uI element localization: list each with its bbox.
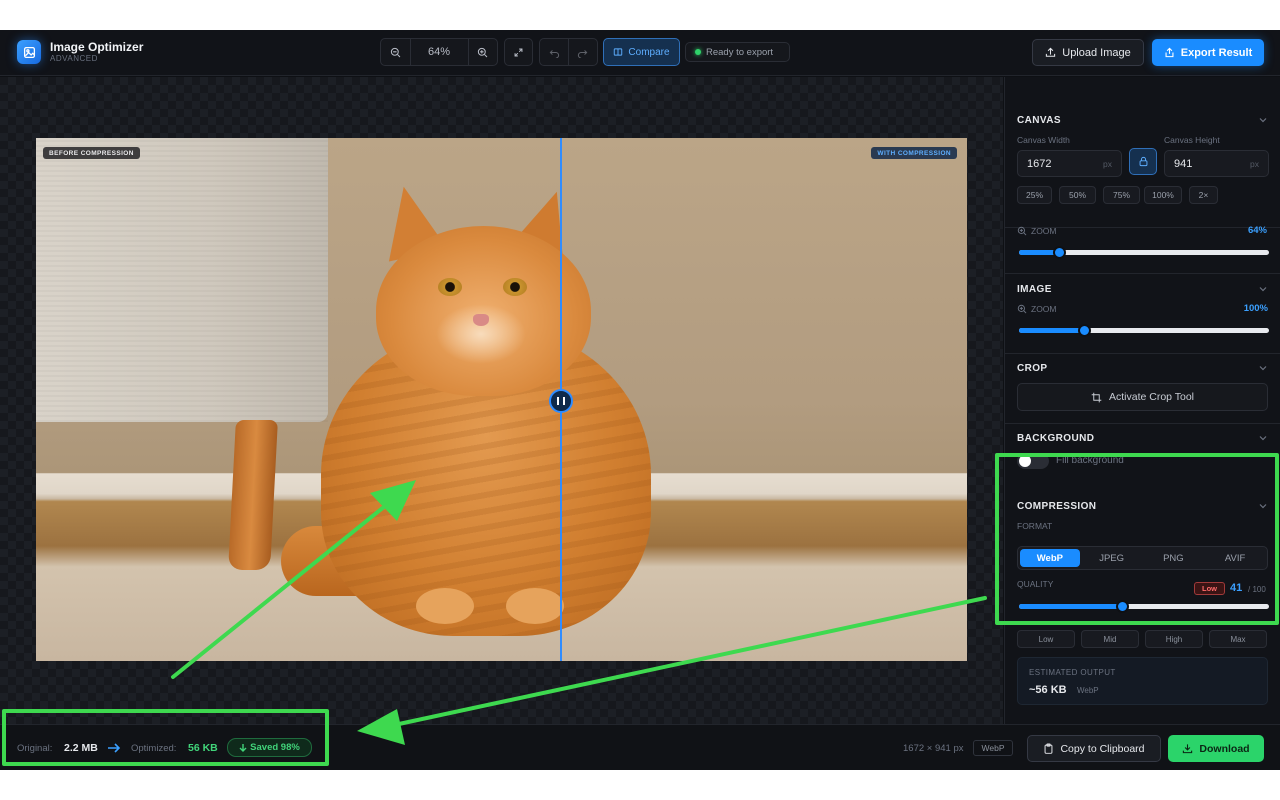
compare-handle[interactable] bbox=[549, 389, 573, 413]
estimated-output-format: WebP bbox=[1077, 686, 1099, 695]
status-dot-icon bbox=[695, 49, 701, 55]
canvas-width-input[interactable]: 1672 px bbox=[1017, 150, 1122, 177]
with-compression-tag: WITH COMPRESSION bbox=[871, 147, 957, 159]
estimated-output-title: ESTIMATED OUTPUT bbox=[1029, 668, 1116, 677]
image-icon bbox=[17, 40, 41, 64]
canvas-height-value: 941 bbox=[1174, 157, 1193, 170]
zoom-in-icon bbox=[478, 47, 488, 57]
aspect-lock-button[interactable] bbox=[1129, 148, 1157, 175]
chevron-down-icon[interactable] bbox=[1259, 434, 1267, 442]
settings-panel: CANVAS Canvas Width Canvas Height 1672 p… bbox=[1004, 77, 1280, 724]
app-subtitle: ADVANCED bbox=[50, 54, 98, 63]
canvas-height-input[interactable]: 941 px bbox=[1164, 150, 1269, 177]
canvas-zoom-block bbox=[1005, 228, 1280, 274]
image-zoom-slider[interactable] bbox=[1019, 324, 1269, 337]
copy-label: Copy to Clipboard bbox=[1060, 742, 1145, 755]
download-icon bbox=[1183, 744, 1193, 754]
canvas-width-unit: px bbox=[1103, 158, 1112, 169]
crop-section: CROP Activate Crop Tool bbox=[1005, 354, 1280, 424]
undo-button[interactable] bbox=[540, 39, 568, 65]
image-zoom-label: ZOOM bbox=[1017, 304, 1057, 314]
canvas-preset-100[interactable]: 100% bbox=[1144, 186, 1182, 204]
preview-image: BEFORE COMPRESSION WITH COMPRESSION bbox=[36, 138, 967, 661]
zoom-out-button[interactable] bbox=[381, 39, 410, 65]
status-indicator: Ready to export bbox=[685, 42, 790, 62]
slider-thumb[interactable] bbox=[1078, 324, 1091, 337]
chevron-down-icon[interactable] bbox=[1259, 116, 1267, 124]
compression-highlight bbox=[995, 453, 1279, 625]
export-result-button[interactable]: Export Result bbox=[1152, 39, 1264, 66]
quality-preset-low[interactable]: Low bbox=[1017, 630, 1075, 648]
columns-icon bbox=[614, 48, 623, 56]
crop-title[interactable]: CROP bbox=[1017, 363, 1048, 374]
zoom-level: 64% bbox=[427, 46, 451, 58]
zoom-in-button[interactable] bbox=[469, 39, 498, 65]
savings-highlight bbox=[2, 709, 329, 766]
slider-fill bbox=[1019, 328, 1084, 333]
image-zoom-text: ZOOM bbox=[1031, 304, 1057, 314]
quality-preset-max[interactable]: Max bbox=[1209, 630, 1267, 648]
app-window: Image Optimizer ADVANCED 64% Compare Rea… bbox=[0, 30, 1280, 770]
format-badge: WebP bbox=[973, 740, 1013, 756]
history-controls bbox=[539, 38, 598, 66]
upload-image-button[interactable]: Upload Image bbox=[1032, 39, 1144, 66]
compare-button[interactable]: Compare bbox=[603, 38, 680, 66]
canvas-preset-2x[interactable]: 2× bbox=[1189, 186, 1218, 204]
redo-button[interactable] bbox=[569, 39, 597, 65]
canvas-preset-25[interactable]: 25% bbox=[1017, 186, 1052, 204]
export-icon bbox=[1165, 47, 1174, 58]
clipboard-icon bbox=[1045, 743, 1053, 754]
estimated-output-card: ESTIMATED OUTPUT ~56 KB WebP bbox=[1017, 657, 1268, 705]
canvas-height-unit: px bbox=[1250, 158, 1259, 169]
canvas-width-label: Canvas Width bbox=[1017, 135, 1070, 145]
lock-icon bbox=[1139, 156, 1147, 167]
expand-icon bbox=[514, 48, 523, 56]
zoom-in-icon bbox=[1017, 304, 1027, 314]
canvas-height-label: Canvas Height bbox=[1164, 135, 1220, 145]
quality-preset-high[interactable]: High bbox=[1145, 630, 1203, 648]
canvas-preset-75[interactable]: 75% bbox=[1103, 186, 1140, 204]
canvas-preset-50[interactable]: 50% bbox=[1059, 186, 1096, 204]
copy-to-clipboard-button[interactable]: Copy to Clipboard bbox=[1027, 735, 1161, 762]
quality-preset-mid[interactable]: Mid bbox=[1081, 630, 1139, 648]
canvas-width-value: 1672 bbox=[1027, 157, 1052, 170]
activate-crop-tool-button[interactable]: Activate Crop Tool bbox=[1017, 383, 1268, 411]
crop-icon bbox=[1091, 392, 1102, 402]
download-button[interactable]: Download bbox=[1168, 735, 1264, 762]
crop-button-label: Activate Crop Tool bbox=[1108, 391, 1194, 403]
sofa-leg-shape bbox=[228, 420, 278, 570]
download-label: Download bbox=[1199, 742, 1250, 755]
image-zoom-value: 100% bbox=[1243, 303, 1268, 314]
status-text: Ready to export bbox=[706, 46, 774, 58]
upload-icon bbox=[1046, 47, 1056, 57]
image-title[interactable]: IMAGE bbox=[1017, 284, 1052, 295]
image-section: IMAGE ZOOM 100% bbox=[1005, 274, 1280, 354]
cat-illustration bbox=[281, 180, 721, 636]
upload-label: Upload Image bbox=[1062, 46, 1131, 59]
undo-icon bbox=[549, 49, 559, 58]
chevron-down-icon[interactable] bbox=[1259, 285, 1267, 293]
canvas-title[interactable]: CANVAS bbox=[1017, 115, 1061, 126]
before-compression-tag: BEFORE COMPRESSION bbox=[43, 147, 140, 159]
image-dimensions: 1672 × 941 px bbox=[903, 743, 964, 754]
estimated-output-value: ~56 KB bbox=[1029, 684, 1067, 696]
chevron-down-icon[interactable] bbox=[1259, 364, 1267, 372]
canvas-area: BEFORE COMPRESSION WITH COMPRESSION bbox=[0, 77, 1003, 724]
background-title[interactable]: BACKGROUND bbox=[1017, 433, 1094, 444]
export-label: Export Result bbox=[1180, 46, 1253, 59]
app-title: Image Optimizer bbox=[50, 40, 144, 54]
zoom-controls: 64% bbox=[380, 38, 498, 66]
grip-icon bbox=[557, 397, 565, 405]
fit-button[interactable] bbox=[504, 38, 533, 66]
zoom-out-icon bbox=[390, 47, 401, 57]
redo-icon bbox=[578, 49, 588, 58]
compare-label: Compare bbox=[628, 46, 670, 58]
top-bar: Image Optimizer ADVANCED 64% Compare Rea… bbox=[0, 30, 1280, 76]
